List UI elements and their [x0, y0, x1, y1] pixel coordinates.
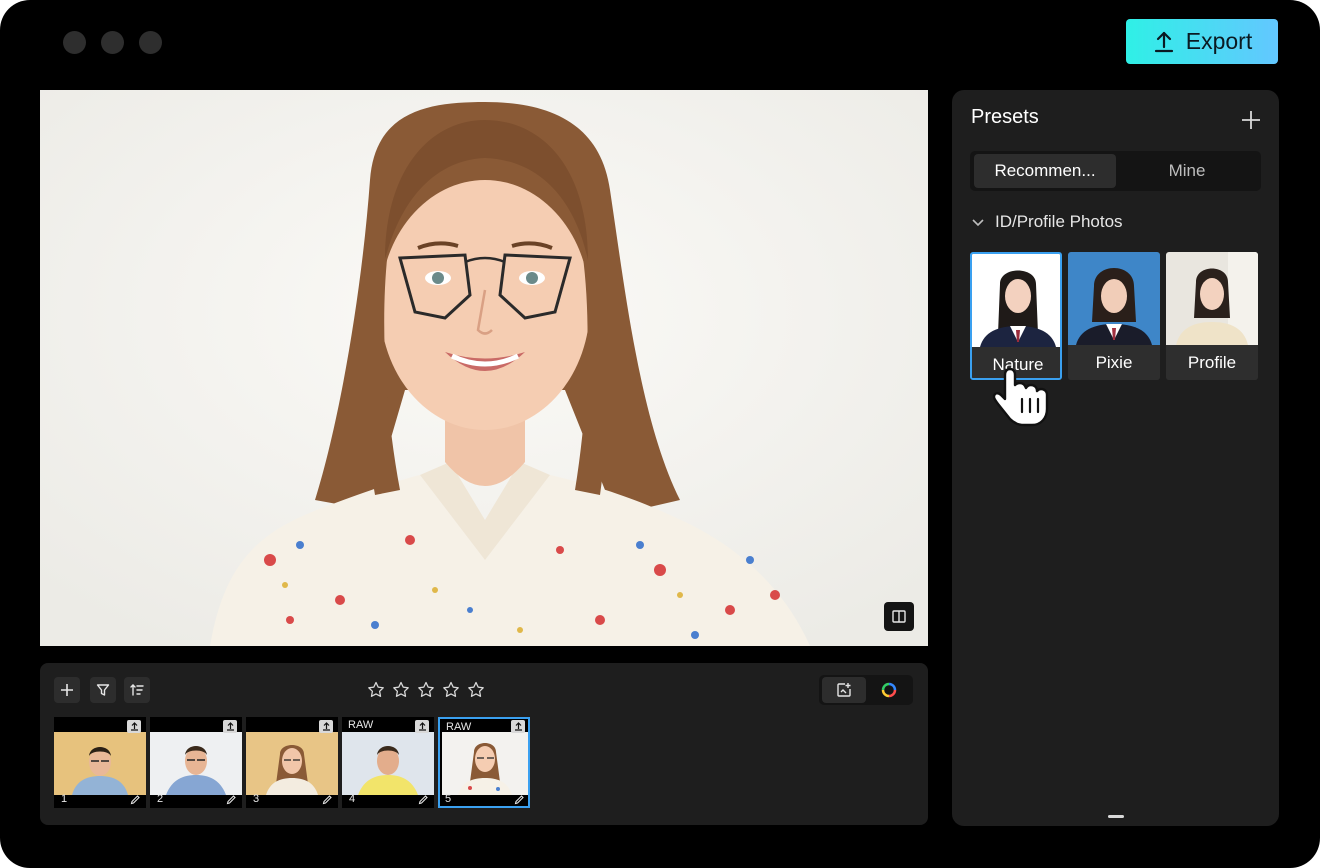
- window-close-button[interactable]: [63, 31, 86, 54]
- thumbnail-4[interactable]: RAW 4: [342, 717, 434, 808]
- export-thumb-button[interactable]: [319, 720, 333, 733]
- preset-thumbnail: [972, 254, 1060, 347]
- pencil-icon[interactable]: [322, 794, 333, 805]
- hand-pointer-icon: [992, 367, 1049, 427]
- section-label: ID/Profile Photos: [995, 212, 1123, 231]
- thumbnail-number: 1: [61, 793, 68, 805]
- thumbnail-photo: [150, 732, 242, 795]
- preset-label: Profile: [1166, 345, 1258, 380]
- thumbnail-number: 2: [157, 793, 164, 805]
- add-preset-icon[interactable]: [1240, 109, 1262, 131]
- upload-icon: [322, 722, 330, 731]
- chevron-down-icon: [972, 219, 984, 227]
- thumbnail-photo: [246, 732, 338, 795]
- upload-icon: [514, 722, 522, 731]
- thumbnail-number: 4: [349, 793, 356, 805]
- thumbnail-photo: [342, 732, 434, 795]
- preset-nature[interactable]: Nature: [970, 252, 1062, 380]
- export-thumb-button[interactable]: [127, 720, 141, 733]
- preset-profile[interactable]: Profile: [1166, 252, 1258, 380]
- export-thumb-button[interactable]: [223, 720, 237, 733]
- color-view-button[interactable]: [868, 677, 910, 703]
- pencil-icon[interactable]: [514, 794, 525, 805]
- export-thumb-button[interactable]: [511, 720, 525, 733]
- thumbnail-photo: [54, 732, 146, 795]
- rating-star-icon[interactable]: [391, 680, 411, 700]
- photo-viewer[interactable]: [40, 90, 928, 646]
- presets-title: Presets: [971, 106, 1039, 128]
- rating-star-icon[interactable]: [366, 680, 386, 700]
- thumbnail-3[interactable]: 3: [246, 717, 338, 808]
- pencil-icon[interactable]: [130, 794, 141, 805]
- portrait-photo: [40, 90, 928, 646]
- thumbnail-number: 5: [445, 793, 452, 805]
- export-thumb-button[interactable]: [415, 720, 429, 733]
- upload-icon: [1154, 31, 1173, 52]
- app-window: Export 1 2 3 RAW 4 RAW 5 Presets Recomme…: [0, 0, 1320, 868]
- thumbnail-number: 3: [253, 793, 260, 805]
- export-label: Export: [1185, 28, 1253, 54]
- filter-button[interactable]: [90, 677, 116, 703]
- tab-recommended[interactable]: Recommen...: [974, 154, 1116, 188]
- raw-badge: RAW: [348, 719, 374, 731]
- window-zoom-button[interactable]: [139, 31, 162, 54]
- rating-star-icon[interactable]: [441, 680, 461, 700]
- rating-star-icon[interactable]: [466, 680, 486, 700]
- upload-icon: [130, 722, 138, 731]
- compare-button[interactable]: [884, 602, 914, 631]
- preset-thumbnail: [1166, 252, 1258, 345]
- panel-drag-handle[interactable]: [1108, 815, 1124, 818]
- thumbnail-2[interactable]: 2: [150, 717, 242, 808]
- funnel-icon: [96, 684, 110, 696]
- rating-star-icon[interactable]: [416, 680, 436, 700]
- preset-thumbnail: [1068, 252, 1160, 345]
- edit-view-button[interactable]: [822, 677, 866, 703]
- export-button[interactable]: Export: [1126, 19, 1278, 64]
- section-header[interactable]: ID/Profile Photos: [971, 211, 1123, 233]
- split-view-icon: [892, 610, 906, 623]
- pencil-icon[interactable]: [418, 794, 429, 805]
- tab-mine[interactable]: Mine: [1118, 154, 1256, 188]
- pencil-icon[interactable]: [226, 794, 237, 805]
- window-minimize-button[interactable]: [101, 31, 124, 54]
- preset-pixie[interactable]: Pixie: [1068, 252, 1160, 380]
- color-wheel-icon: [881, 682, 897, 698]
- thumbnail-5[interactable]: RAW 5: [438, 717, 530, 808]
- thumbnail-photo: [442, 732, 528, 795]
- presets-panel: [952, 90, 1279, 826]
- thumbnail-1[interactable]: 1: [54, 717, 146, 808]
- sort-button[interactable]: [124, 677, 150, 703]
- plus-icon: [61, 684, 73, 696]
- upload-icon: [418, 722, 426, 731]
- preset-label: Pixie: [1068, 345, 1160, 380]
- sort-icon: [130, 684, 144, 696]
- upload-icon: [226, 722, 234, 731]
- image-add-icon: [837, 683, 851, 697]
- add-photo-button[interactable]: [54, 677, 80, 703]
